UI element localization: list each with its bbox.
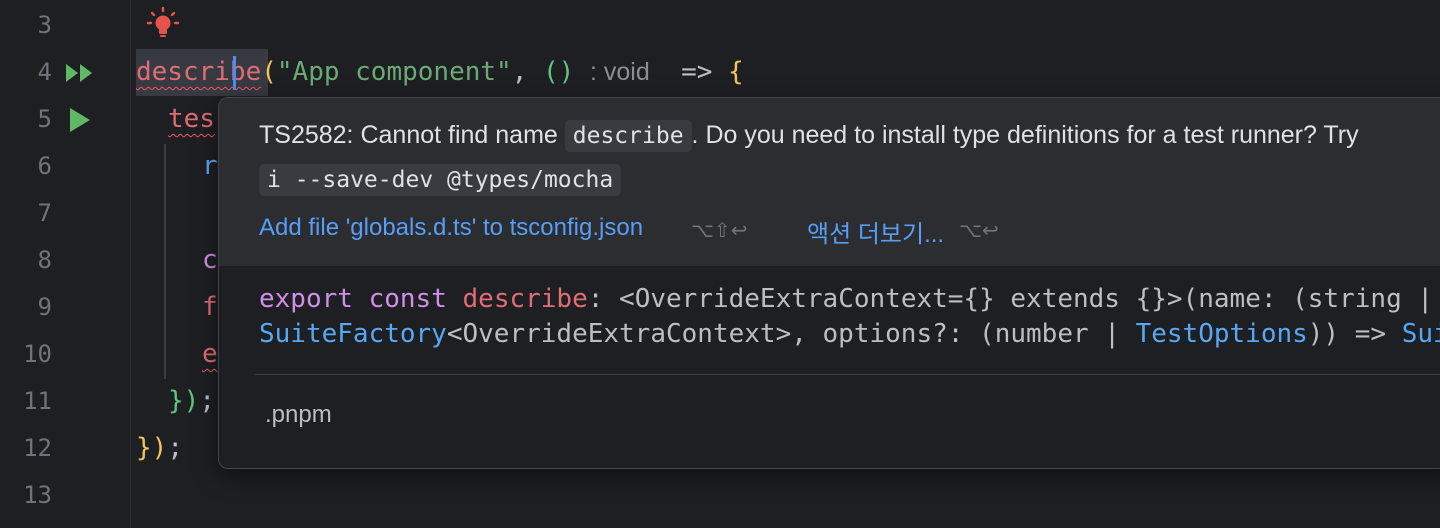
describe-identifier[interactable]: describe xyxy=(136,57,261,87)
type-link[interactable]: SuiteFactory xyxy=(259,319,447,349)
inline-code: i --save-dev @types/mocha xyxy=(259,164,622,196)
line-number: 12 xyxy=(23,434,52,462)
add-globals-to-tsconfig-action[interactable]: Add file 'globals.d.ts' to tsconfig.json xyxy=(259,214,643,242)
declaration-line-2: SuiteFactory<OverrideExtraContext>, opti… xyxy=(259,319,1440,349)
code-line-6[interactable]: r xyxy=(202,143,218,190)
declaration-line-1: export const describe: <OverrideExtraCon… xyxy=(259,284,1440,314)
line-number: 11 xyxy=(23,387,52,415)
more-actions-link[interactable]: 액션 더보기... xyxy=(807,214,944,249)
inline-code: describe xyxy=(564,120,692,152)
code-line-10[interactable]: e xyxy=(202,331,218,378)
code-line-8[interactable]: c xyxy=(202,237,218,284)
run-all-tests-icon[interactable] xyxy=(64,61,96,85)
code-line-5[interactable]: tes xyxy=(168,96,215,143)
error-message-line-2: i --save-dev @types/mocha xyxy=(259,164,622,196)
error-message: TS2582: Cannot find name describe. Do yo… xyxy=(259,120,1359,152)
text-caret xyxy=(233,56,236,90)
line-number: 5 xyxy=(37,105,52,133)
line-number: 13 xyxy=(23,481,52,509)
quick-documentation-section: export const describe: <OverrideExtraCon… xyxy=(219,266,1440,468)
error-message-section: TS2582: Cannot find name describe. Do yo… xyxy=(219,98,1440,266)
doc-separator xyxy=(255,374,1440,375)
line-number: 10 xyxy=(23,340,52,368)
lightbulb-icon[interactable] xyxy=(146,6,180,40)
indent-guide xyxy=(164,144,166,379)
line-number: 9 xyxy=(37,293,52,321)
run-test-icon[interactable] xyxy=(68,107,92,133)
line-number: 4 xyxy=(37,58,52,86)
line-number: 6 xyxy=(37,152,52,180)
type-link[interactable]: Suite xyxy=(1402,319,1440,349)
line-number: 3 xyxy=(37,11,52,39)
code-line-4[interactable]: describe("App component", () : void => { xyxy=(136,49,744,96)
declaration-location: .pnpm xyxy=(265,401,332,428)
more-actions-shortcut: ⌥↩ xyxy=(959,218,999,242)
line-number: 8 xyxy=(37,246,52,274)
action-shortcut: ⌥⇧↩ xyxy=(691,218,748,242)
line-number: 7 xyxy=(37,199,52,227)
string-literal: "App component" xyxy=(276,57,512,87)
type-link[interactable]: TestOptions xyxy=(1136,319,1308,349)
error-tooltip-popup[interactable]: TS2582: Cannot find name describe. Do yo… xyxy=(218,97,1440,469)
inlay-type-hint: : void xyxy=(589,58,650,86)
editor-gutter: 3 4 5 6 7 8 9 10 11 12 13 xyxy=(0,0,131,528)
code-line-12[interactable]: }); xyxy=(136,425,183,472)
code-line-11[interactable]: }); xyxy=(168,378,215,425)
code-line-9[interactable]: f xyxy=(202,284,218,331)
